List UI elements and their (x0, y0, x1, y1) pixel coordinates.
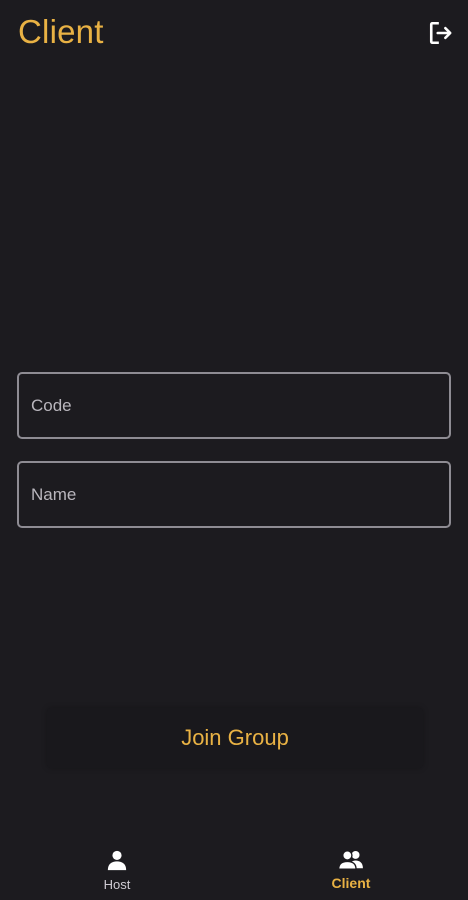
page-title: Client (18, 13, 104, 50)
logout-button[interactable] (428, 20, 454, 46)
nav-label-host: Host (103, 877, 131, 892)
app-bar: Client (0, 0, 468, 66)
name-input[interactable] (19, 463, 449, 526)
bottom-navigation: Host Client (0, 836, 468, 900)
nav-item-host[interactable]: Host (0, 836, 234, 900)
code-input[interactable] (19, 374, 449, 437)
nav-label-client: Client (331, 875, 371, 891)
logout-icon (428, 20, 454, 46)
code-field[interactable] (17, 372, 451, 439)
person-icon (106, 849, 128, 871)
join-group-button[interactable]: Join Group (47, 708, 423, 768)
nav-item-client[interactable]: Client (234, 836, 468, 900)
people-icon (337, 849, 365, 871)
name-field[interactable] (17, 461, 451, 528)
